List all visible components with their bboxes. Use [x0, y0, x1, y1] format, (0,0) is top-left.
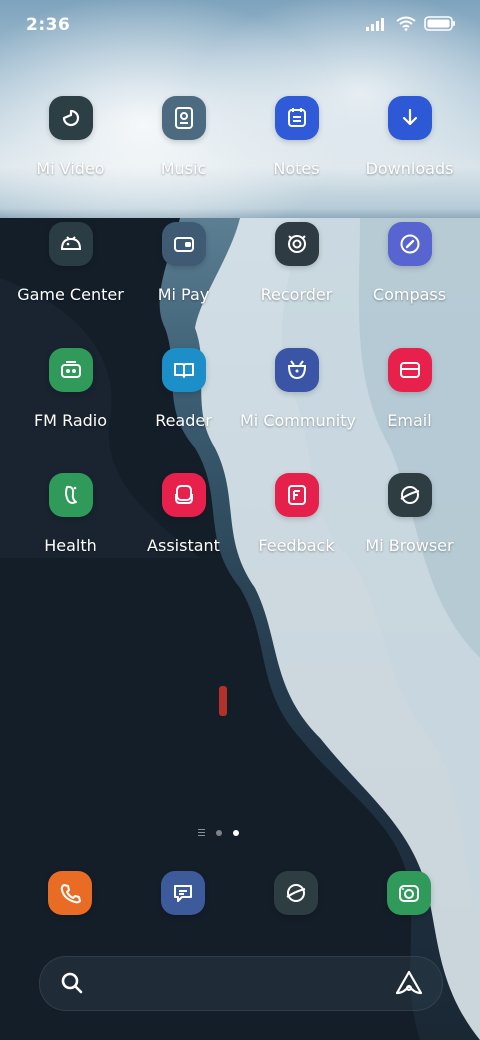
app-label: Email [387, 411, 432, 430]
app-list-indicator [198, 829, 205, 837]
app-label: Mi Browser [365, 536, 454, 555]
app-mi-community[interactable]: Mi Community [240, 348, 356, 430]
app-label: FM Radio [33, 411, 108, 430]
app-feedback[interactable]: Feedback [240, 473, 353, 555]
app-label: Music [160, 159, 207, 178]
app-game-center[interactable]: Game Center [14, 222, 127, 304]
page-dot-active [233, 829, 239, 836]
app-fm-radio[interactable]: FM Radio [14, 348, 127, 430]
compass-icon [387, 222, 432, 266]
email-icon [387, 348, 432, 392]
app-label: Game Center [17, 285, 124, 304]
app-label: Recorder [260, 285, 333, 304]
app-label: Health [44, 536, 97, 555]
notes-icon [274, 96, 319, 140]
signal-icon [366, 16, 388, 35]
wallet-icon [161, 222, 206, 266]
app-label: Mi Pay [157, 285, 210, 304]
status-bar: 2:36 [0, 0, 480, 50]
battery-icon [424, 16, 456, 35]
search-bar[interactable] [39, 956, 443, 1011]
app-compass[interactable]: Compass [353, 222, 466, 304]
app-mi-video[interactable]: Mi Video [14, 96, 127, 178]
health-icon [48, 473, 93, 517]
app-label: Reader [155, 411, 212, 430]
app-label: Mi Community [240, 411, 356, 430]
app-label: Compass [372, 285, 447, 304]
app-music[interactable]: Music [127, 96, 240, 178]
community-icon [274, 348, 319, 392]
app-assistant[interactable]: Assistant [127, 473, 240, 555]
app-reader[interactable]: Reader [127, 348, 240, 430]
page-indicator[interactable] [198, 829, 239, 837]
home-screen: 2:36 Mi Video Music Notes Downloads Game… [0, 0, 480, 1040]
app-label: Notes [273, 159, 320, 178]
browser-icon[interactable] [274, 871, 318, 915]
browser-icon [387, 473, 432, 517]
app-health[interactable]: Health [14, 473, 127, 555]
reader-icon [161, 348, 206, 392]
radio-icon [48, 348, 93, 392]
recorder-icon [274, 222, 319, 266]
app-label: Assistant [147, 536, 220, 555]
app-email[interactable]: Email [353, 348, 466, 430]
app-mi-pay[interactable]: Mi Pay [127, 222, 240, 304]
dock [0, 871, 480, 915]
wifi-icon [396, 16, 416, 35]
app-label: Mi Video [36, 159, 105, 178]
assistant-icon [161, 473, 206, 517]
search-icon [60, 971, 84, 999]
app-label: Feedback [258, 536, 335, 555]
app-label: Downloads [365, 159, 454, 178]
wallpaper-black-sand [0, 218, 420, 1040]
game-center-icon [48, 222, 93, 266]
download-icon [387, 96, 432, 140]
app-downloads[interactable]: Downloads [353, 96, 466, 178]
ai-assistant-icon[interactable] [394, 969, 424, 1001]
feedback-icon [274, 473, 319, 517]
music-icon [161, 96, 206, 140]
status-time: 2:36 [26, 15, 71, 35]
messages-icon[interactable] [161, 871, 205, 915]
phone-icon[interactable] [48, 871, 92, 915]
camera-icon[interactable] [387, 871, 431, 915]
app-recorder[interactable]: Recorder [240, 222, 353, 304]
app-notes[interactable]: Notes [240, 96, 353, 178]
page-dot [216, 829, 222, 836]
app-mi-browser[interactable]: Mi Browser [353, 473, 466, 555]
mi-video-icon [48, 96, 93, 140]
